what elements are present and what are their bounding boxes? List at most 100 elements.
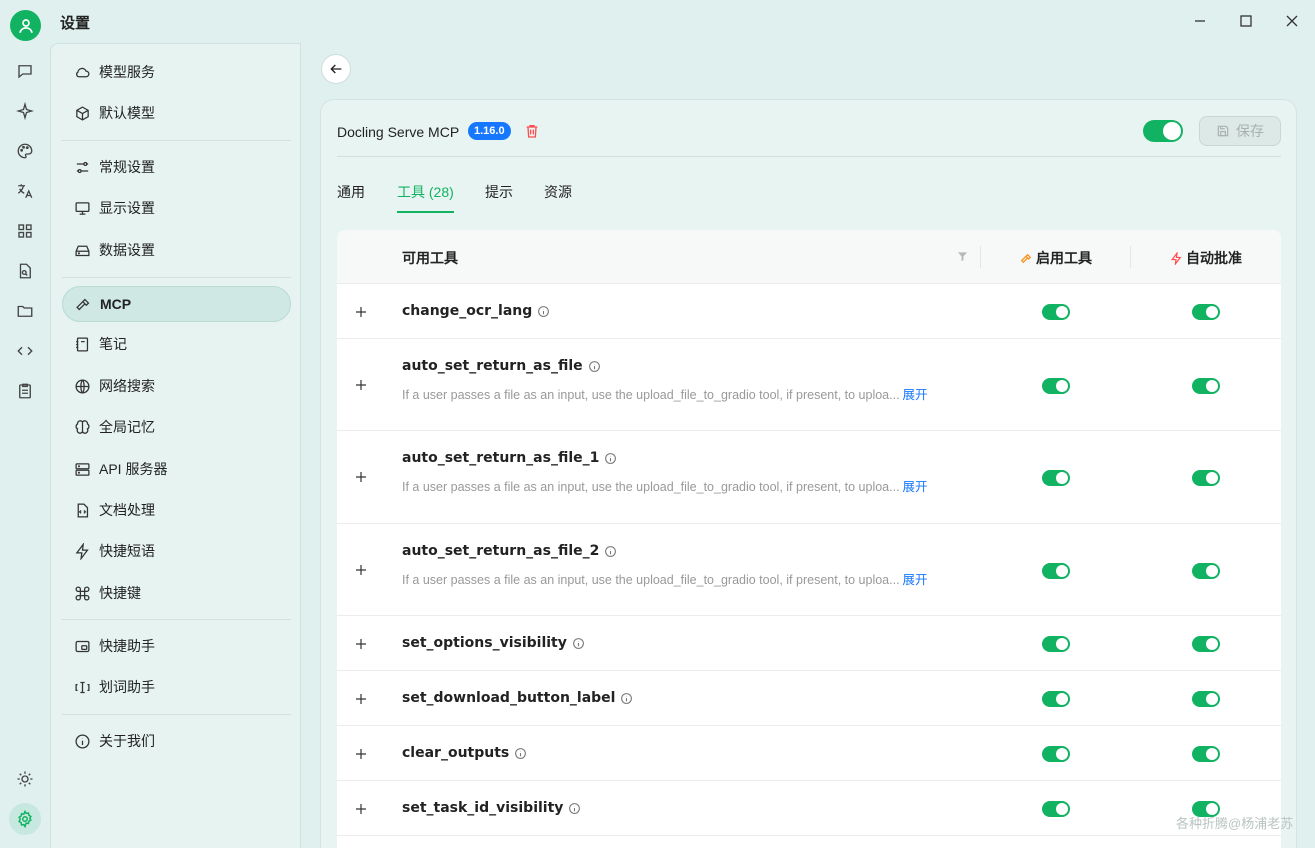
sidebar-item-quick-assistant[interactable]: 快捷助手 <box>62 628 291 664</box>
auto-approve-toggle[interactable] <box>1192 563 1220 579</box>
delete-server-button[interactable] <box>524 123 540 139</box>
grid-icon <box>18 224 32 238</box>
sidebar-item-memory[interactable]: 全局记忆 <box>62 409 291 445</box>
sidebar-item-model-service[interactable]: 模型服务 <box>62 54 291 90</box>
expand-row-icon[interactable] <box>355 471 367 483</box>
user-avatar[interactable] <box>10 10 41 41</box>
maximize-icon <box>1240 15 1252 27</box>
filter-icon <box>957 252 968 262</box>
sidebar-item-mcp[interactable]: MCP <box>62 286 291 322</box>
command-icon <box>73 584 91 602</box>
sidebar-item-about[interactable]: 关于我们 <box>62 723 291 759</box>
sidebar-item-quick-phrases[interactable]: 快捷短语 <box>62 533 291 569</box>
sidebar-item-label: 常规设置 <box>99 159 155 175</box>
auto-approve-toggle[interactable] <box>1192 746 1220 762</box>
zap-icon <box>1170 251 1182 265</box>
sidebar-item-notes[interactable]: 笔记 <box>62 326 291 362</box>
auto-approve-toggle[interactable] <box>1192 378 1220 394</box>
expand-row-icon[interactable] <box>355 638 367 650</box>
expand-row-icon[interactable] <box>355 748 367 760</box>
watermark: 各种折腾@杨浦老苏 <box>1176 816 1294 831</box>
enable-tool-toggle[interactable] <box>1042 470 1070 486</box>
tab-resources[interactable]: 资源 <box>544 182 572 202</box>
info-icon[interactable] <box>588 360 601 373</box>
enable-tool-toggle[interactable] <box>1042 691 1070 707</box>
rail-settings[interactable] <box>9 803 41 835</box>
sidebar-item-shortcuts[interactable]: 快捷键 <box>62 575 291 611</box>
header-available-tools: 可用工具 <box>402 250 458 266</box>
maximize-button[interactable] <box>1236 11 1256 31</box>
enable-tool-toggle[interactable] <box>1042 378 1070 394</box>
enable-tool-toggle[interactable] <box>1042 563 1070 579</box>
auto-approve-toggle[interactable] <box>1192 470 1220 486</box>
rail-code[interactable] <box>14 340 36 362</box>
zap-icon <box>73 542 91 560</box>
info-icon[interactable] <box>568 802 581 815</box>
rail-apps[interactable] <box>14 220 36 242</box>
code-icon <box>17 346 33 356</box>
rail-notes[interactable] <box>14 380 36 402</box>
sidebar-item-general[interactable]: 常规设置 <box>62 149 291 185</box>
rail-paint[interactable] <box>14 140 36 162</box>
table-row: set_download_button_label <box>337 671 1281 726</box>
header-auto-label: 自动批准 <box>1186 250 1242 266</box>
sidebar-divider <box>62 619 291 620</box>
rail-folder[interactable] <box>14 300 36 322</box>
info-icon[interactable] <box>514 747 527 760</box>
back-button[interactable] <box>321 54 351 84</box>
sidebar-item-label: 数据设置 <box>99 242 155 258</box>
info-icon[interactable] <box>604 452 617 465</box>
header-separator <box>980 246 981 268</box>
tab-general[interactable]: 通用 <box>337 182 365 202</box>
tab-prompts[interactable]: 提示 <box>485 182 513 202</box>
brain-icon <box>73 418 91 436</box>
expand-row-icon[interactable] <box>355 693 367 705</box>
table-row: set_options_visibility <box>337 616 1281 671</box>
expand-row-icon[interactable] <box>355 564 367 576</box>
enable-tool-toggle[interactable] <box>1042 304 1070 320</box>
expand-description-link[interactable]: 展开 <box>903 573 928 587</box>
sidebar-item-web-search[interactable]: 网络搜索 <box>62 368 291 404</box>
auto-approve-toggle[interactable] <box>1192 691 1220 707</box>
enable-tool-toggle[interactable] <box>1042 801 1070 817</box>
sidebar-item-doc-processing[interactable]: 文档处理 <box>62 492 291 528</box>
sidebar-item-api-server[interactable]: API 服务器 <box>62 451 291 487</box>
tool-description: If a user passes a file as an input, use… <box>402 480 928 494</box>
filter-button[interactable] <box>957 251 968 262</box>
enable-tool-toggle[interactable] <box>1042 636 1070 652</box>
expand-row-icon[interactable] <box>355 379 367 391</box>
rail-files[interactable] <box>14 260 36 282</box>
sidebar-item-selection-assistant[interactable]: 划词助手 <box>62 669 291 705</box>
rail-translate[interactable] <box>14 180 36 202</box>
auto-approve-toggle[interactable] <box>1192 636 1220 652</box>
tool-name: change_ocr_lang <box>402 303 550 319</box>
tab-tools[interactable]: 工具 (28) <box>397 182 454 202</box>
minimize-button[interactable] <box>1190 11 1210 31</box>
header-enable-label: 启用工具 <box>1036 250 1092 266</box>
sidebar-item-data[interactable]: 数据设置 <box>62 232 291 268</box>
rail-theme[interactable] <box>14 768 36 790</box>
sidebar-item-label: 快捷键 <box>99 585 141 601</box>
server-enable-toggle[interactable] <box>1143 120 1183 142</box>
rail-chat[interactable] <box>14 60 36 82</box>
enable-tool-toggle[interactable] <box>1042 746 1070 762</box>
trash-icon <box>526 125 538 138</box>
sidebar-item-display[interactable]: 显示设置 <box>62 190 291 226</box>
info-icon[interactable] <box>537 305 550 318</box>
expand-description-link[interactable]: 展开 <box>903 480 928 494</box>
tool-name: clear_outputs <box>402 745 527 761</box>
save-button[interactable]: 保存 <box>1199 116 1281 146</box>
expand-row-icon[interactable] <box>355 306 367 318</box>
info-icon[interactable] <box>620 692 633 705</box>
expand-description-link[interactable]: 展开 <box>903 388 928 402</box>
auto-approve-toggle[interactable] <box>1192 304 1220 320</box>
info-icon[interactable] <box>604 545 617 558</box>
chat-icon <box>18 65 32 79</box>
sidebar-item-default-model[interactable]: 默认模型 <box>62 95 291 131</box>
rail-agents[interactable] <box>14 100 36 122</box>
sun-icon <box>17 771 33 787</box>
sidebar-item-label: 网络搜索 <box>99 378 155 394</box>
close-button[interactable] <box>1282 11 1302 31</box>
expand-row-icon[interactable] <box>355 803 367 815</box>
info-icon[interactable] <box>572 637 585 650</box>
